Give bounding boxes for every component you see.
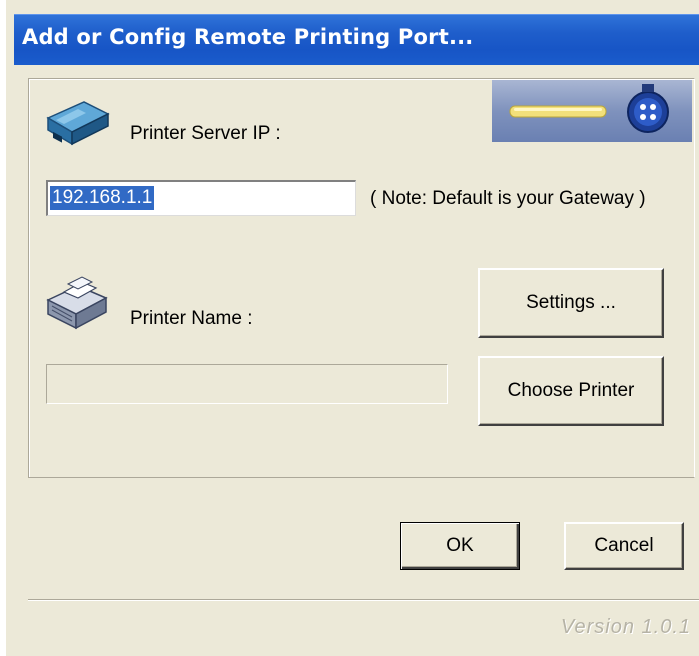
printer-server-ip-input[interactable]: 192.168.1.1 <box>46 180 356 216</box>
version-label: Version 1.0.1 <box>560 616 691 638</box>
gateway-note: ( Note: Default is your Gateway ) <box>370 188 646 209</box>
ok-button[interactable]: OK <box>400 522 520 570</box>
title-bar[interactable]: Add or Config Remote Printing Port... <box>14 14 699 65</box>
printer-name-label: Printer Name : <box>130 308 253 329</box>
window-edge <box>0 0 6 656</box>
ip-value-text: 192.168.1.1 <box>50 186 155 210</box>
printer-name-field <box>46 364 448 404</box>
cancel-button[interactable]: Cancel <box>564 522 684 570</box>
settings-button[interactable]: Settings ... <box>478 268 664 338</box>
printer-icon <box>42 272 112 332</box>
choose-printer-button[interactable]: Choose Printer <box>478 356 664 426</box>
printer-server-ip-label: Printer Server IP : <box>130 123 281 144</box>
connection-banner <box>492 80 692 142</box>
window-title: Add or Config Remote Printing Port... <box>22 25 474 49</box>
footer-divider <box>28 599 699 601</box>
cable-plug-icon <box>509 84 669 133</box>
network-device-icon <box>42 96 114 150</box>
dialog-window: Add or Config Remote Printing Port... Pr… <box>0 0 699 656</box>
